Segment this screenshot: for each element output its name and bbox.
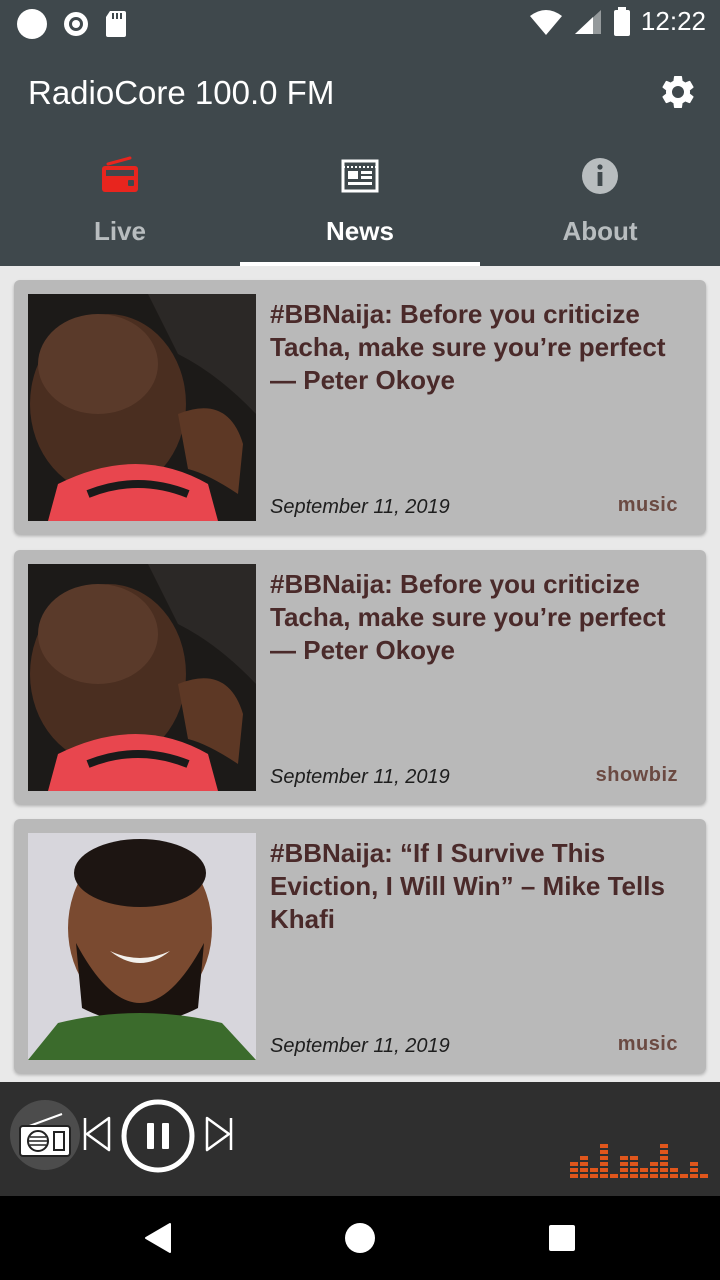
signal-icon [574,9,601,34]
pause-button[interactable] [120,1098,196,1174]
back-icon[interactable] [138,1218,178,1258]
news-title: #BBNaija: Before you criticize Tacha, ma… [270,569,666,665]
tab-live-label: Live [93,216,147,246]
news-card[interactable]: #BBNaija: Before you criticize Tacha, ma… [14,280,706,534]
news-card[interactable]: #BBNaija: “If I Survive This Eviction, I… [14,819,706,1073]
news-category: showbiz [595,764,678,786]
status-notification-icons [16,8,128,40]
next-icon[interactable] [204,1116,234,1152]
home-icon[interactable] [340,1218,380,1258]
settings-gear-icon[interactable] [658,72,698,112]
news-date: September 11, 2019 [270,1035,450,1057]
radio-station-icon [19,1113,71,1157]
news-thumbnail-image [28,564,256,791]
news-thumbnail-image [28,294,256,521]
battery-icon [613,6,630,36]
station-logo[interactable] [10,1100,80,1170]
news-thumbnail-image [28,833,256,1060]
app-bar: RadioCore 100.0 FM Live News About [0,48,720,266]
news-card[interactable]: #BBNaija: Before you criticize Tacha, ma… [14,550,706,804]
record-notification-icon [64,12,88,36]
player-bar [0,1082,720,1196]
news-list[interactable]: #BBNaija: Before you criticize Tacha, ma… [0,266,720,1082]
news-category: music [617,1033,678,1055]
news-title: #BBNaija: “If I Survive This Eviction, I… [270,838,665,934]
previous-icon[interactable] [82,1116,112,1152]
info-icon [582,158,618,194]
tab-news-label: News [326,216,394,246]
tab-live[interactable]: Live [0,148,240,266]
status-time: 12:22 [640,6,706,36]
news-date: September 11, 2019 [270,766,450,788]
news-category: music [617,494,678,516]
radio-icon [102,156,138,192]
tab-bar: Live News About [0,148,720,266]
sd-card-icon [106,11,126,37]
tab-about[interactable]: About [480,148,720,266]
app-title: RadioCore 100.0 FM [28,74,335,111]
news-icon [341,159,379,193]
tab-about-label: About [562,216,638,246]
circle-notification-icon [17,9,47,39]
news-date: September 11, 2019 [270,496,450,518]
recents-icon[interactable] [542,1218,582,1258]
status-system-icons: 12:22 [529,6,706,37]
status-bar: 12:22 [0,0,720,48]
tab-news[interactable]: News [240,148,480,266]
news-title: #BBNaija: Before you criticize Tacha, ma… [270,299,666,395]
system-navigation-bar [0,1196,720,1280]
equalizer-icon [570,1144,708,1178]
wifi-icon [529,9,562,35]
